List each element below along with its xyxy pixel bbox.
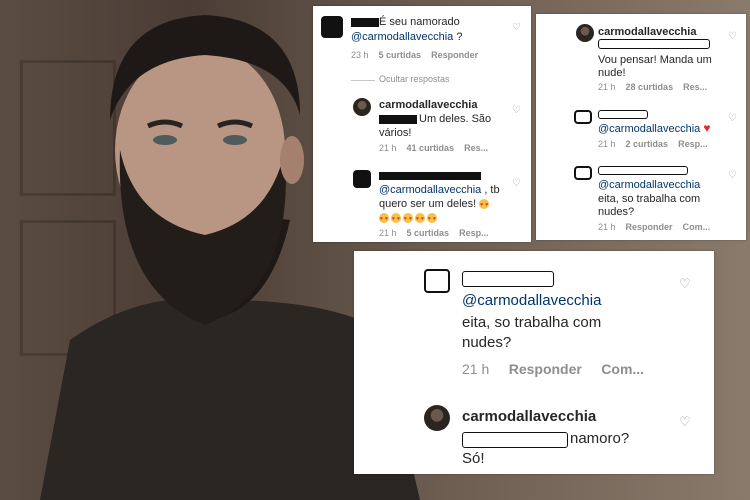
comment-text: É seu namorado [379, 16, 460, 28]
comment-mention-line: @carmodallavecchia [462, 291, 601, 310]
heart-eyes-emoji [403, 212, 413, 226]
comment-mention-line: @carmodallavecchia ♥ [598, 121, 710, 136]
heart-eyes-emoji [479, 198, 490, 212]
comments-card-1: É seu namorado @carmodallavecchia ? 23 h… [313, 6, 531, 242]
timestamp: 21 h [462, 361, 490, 377]
hide-replies-button[interactable]: Ocultar respostas [379, 74, 450, 84]
redacted-username [379, 172, 481, 180]
comment-text: eita, so trabalha com [598, 193, 701, 205]
reply-button[interactable]: Responder [626, 222, 673, 232]
comments-card-3: @carmodallavecchia eita, so trabalha com… [354, 251, 714, 474]
redacted-avatar [574, 110, 592, 124]
comment-meta: 21 h 41 curtidas Res... [379, 143, 488, 153]
heart-eyes-emoji [391, 212, 401, 226]
heart-outline-icon[interactable]: ♡ [679, 277, 691, 290]
likes-count[interactable]: 2 curtidas [626, 139, 669, 149]
comment-text-line2: quero ser um deles! [379, 197, 491, 212]
timestamp: 21 h [379, 228, 397, 238]
redacted-avatar [321, 16, 343, 38]
heart-eyes-emoji [415, 212, 425, 226]
comment-meta: 21 h 28 curtidas Res... [598, 82, 707, 92]
redacted-avatar [353, 170, 371, 188]
comment-meta: 21 h 5 curtidas Resp... [379, 228, 489, 238]
heart-outline-icon[interactable]: ♡ [728, 32, 737, 42]
avatar[interactable] [424, 405, 450, 431]
redacted-username [598, 166, 688, 175]
mention-link[interactable]: @carmodallavecchia [598, 123, 700, 135]
username[interactable]: carmodallavecchia [598, 25, 696, 39]
mention-link[interactable]: @carmodallavecchia [462, 292, 601, 309]
more-options[interactable]: Com... [683, 222, 711, 232]
heart-outline-icon[interactable]: ♡ [512, 106, 521, 116]
comment-text-line2: vários! [379, 127, 412, 139]
timestamp: 21 h [379, 143, 397, 153]
likes-count[interactable]: 5 curtidas [407, 228, 450, 238]
comment-text: eita, so trabalha com [462, 314, 602, 331]
comment-meta: 21 h Responder Com... [462, 361, 644, 377]
mention-link[interactable]: @carmodallavecchia [351, 31, 453, 43]
reply-button[interactable]: Res... [464, 143, 488, 153]
reply-button[interactable]: Responder [509, 361, 582, 377]
comment-meta: 23 h 5 curtidas Responder [351, 50, 478, 60]
timestamp: 21 h [598, 139, 616, 149]
replies-divider [351, 80, 375, 81]
heart-outline-icon[interactable]: ♡ [512, 23, 521, 33]
heart-outline-icon[interactable]: ♡ [728, 114, 737, 124]
reply-button[interactable]: Responder [431, 50, 478, 60]
comment-text: namoro? [570, 430, 630, 447]
reply-button[interactable]: Resp... [459, 228, 489, 238]
red-heart-emoji: ♥ [703, 121, 711, 135]
comment-text-line2: nudes? [598, 206, 635, 218]
likes-count[interactable]: 41 curtidas [407, 143, 455, 153]
comment-meta: 21 h Responder Com... [598, 222, 710, 232]
likes-count[interactable]: 5 curtidas [379, 50, 422, 60]
comment-mention-line: @carmodallavecchia ? [351, 31, 463, 43]
timestamp: 23 h [351, 50, 369, 60]
comment-text-line2: nude! [598, 67, 626, 79]
comment-meta: 21 h 2 curtidas Resp... [598, 139, 708, 149]
mention-link[interactable]: @carmodallavecchia [598, 179, 700, 191]
avatar[interactable] [576, 24, 594, 42]
username[interactable]: carmodallavecchia [379, 98, 477, 112]
reply-button[interactable]: Res... [683, 82, 707, 92]
redacted-username [462, 271, 554, 287]
comments-card-2: carmodallavecchia Vou pensar! Manda um n… [536, 14, 746, 240]
more-options[interactable]: Com... [601, 361, 644, 377]
username[interactable]: carmodallavecchia [462, 407, 596, 426]
comment-text-line2: Só! [462, 450, 485, 467]
emoji-row [379, 211, 439, 226]
avatar[interactable] [353, 98, 371, 116]
likes-count[interactable]: 28 curtidas [626, 82, 674, 92]
comment-mention-line: @carmodallavecchia , tb [379, 184, 500, 196]
redacted-username [598, 110, 648, 119]
heart-eyes-emoji [427, 212, 437, 226]
heart-eyes-emoji [379, 212, 389, 226]
redacted-mention [462, 432, 568, 448]
heart-outline-icon[interactable]: ♡ [728, 171, 737, 181]
redacted-avatar [424, 269, 450, 293]
heart-outline-icon[interactable]: ♡ [679, 415, 691, 428]
comment-mention-line: @carmodallavecchia [598, 178, 700, 192]
comment-text-line2: nudes? [462, 334, 512, 351]
redacted-mention [379, 115, 417, 124]
redacted-mention [598, 39, 710, 49]
reply-button[interactable]: Resp... [678, 139, 708, 149]
comment-text: Um deles. São [419, 113, 492, 125]
mention-link[interactable]: @carmodallavecchia [379, 184, 481, 196]
heart-outline-icon[interactable]: ♡ [512, 179, 521, 189]
redacted-username [351, 18, 379, 27]
redacted-avatar [574, 166, 592, 180]
comment-text: Vou pensar! Manda um [598, 54, 712, 66]
timestamp: 21 h [598, 222, 616, 232]
timestamp: 21 h [598, 82, 616, 92]
